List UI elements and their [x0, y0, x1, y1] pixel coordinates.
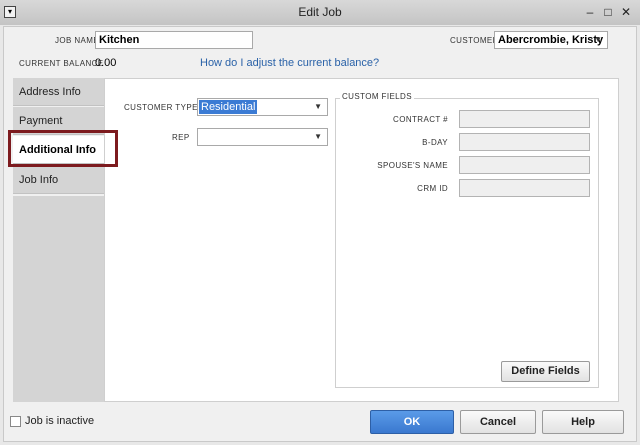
spouses-name-input[interactable]	[459, 156, 590, 174]
cancel-button[interactable]: Cancel	[460, 410, 536, 434]
ok-button[interactable]: OK	[370, 410, 454, 434]
crm-id-input[interactable]	[459, 179, 590, 197]
customer-select[interactable]: Abercrombie, Kristy ▼	[494, 31, 608, 49]
rep-select[interactable]: ▼	[197, 128, 328, 146]
tab-job-info[interactable]: Job Info	[13, 166, 104, 194]
crm-id-label: CRM ID	[417, 184, 448, 193]
tab-address-info[interactable]: Address Info	[13, 78, 104, 106]
chevron-down-icon: ▼	[314, 102, 322, 111]
job-name-label: JOB NAME	[55, 36, 100, 45]
contract-number-label: CONTRACT #	[393, 115, 448, 124]
rep-label: REP	[172, 133, 190, 142]
contract-number-input[interactable]	[459, 110, 590, 128]
current-balance-label: CURRENT BALANCE	[19, 59, 104, 68]
customer-type-label: CUSTOMER TYPE	[124, 103, 198, 112]
window-title: Edit Job	[298, 5, 342, 19]
customer-label: CUSTOMER	[450, 36, 499, 45]
tab-strip-background	[13, 196, 104, 402]
window-menu-icon[interactable]: ▾	[4, 6, 16, 18]
chevron-down-icon: ▼	[594, 35, 602, 44]
b-day-input[interactable]	[459, 133, 590, 151]
current-balance-value: 0.00	[95, 57, 117, 69]
spouses-name-label: SPOUSE'S NAME	[377, 161, 448, 170]
close-icon[interactable]: ✕	[618, 4, 634, 20]
b-day-label: B-DAY	[422, 138, 448, 147]
help-button[interactable]: Help	[542, 410, 624, 434]
chevron-down-icon: ▼	[314, 132, 322, 141]
customer-type-value: Residential	[199, 100, 258, 114]
custom-fields-title: CUSTOM FIELDS	[340, 92, 414, 101]
job-inactive-checkbox[interactable]	[10, 416, 21, 427]
job-name-input[interactable]: Kitchen	[95, 31, 253, 49]
maximize-icon[interactable]: □	[600, 4, 616, 20]
customer-select-value: Abercrombie, Kristy	[498, 34, 604, 46]
tab-highlight-box	[8, 130, 118, 167]
define-fields-button[interactable]: Define Fields	[501, 361, 590, 382]
adjust-balance-link[interactable]: How do I adjust the current balance?	[200, 57, 379, 69]
job-inactive-label: Job is inactive	[25, 415, 95, 427]
customer-type-select[interactable]: Residential ▼	[197, 98, 328, 116]
minimize-icon[interactable]: –	[582, 4, 598, 20]
